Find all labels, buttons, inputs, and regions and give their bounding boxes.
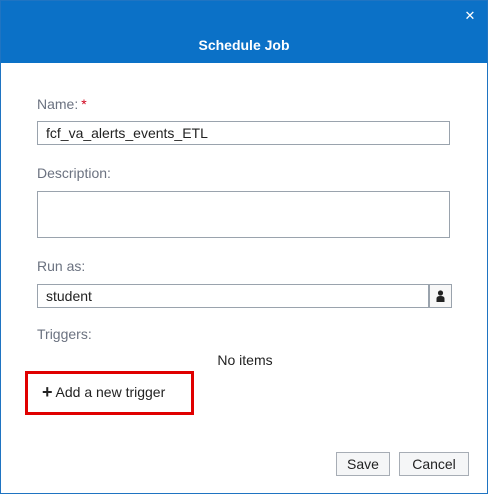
cancel-button[interactable]: Cancel (399, 452, 469, 476)
dialog-titlebar: ✕ Schedule Job (1, 1, 487, 63)
plus-icon: + (42, 382, 53, 402)
schedule-job-dialog: ✕ Schedule Job Name: * fcf_va_alerts_even… (0, 0, 488, 494)
name-field[interactable]: fcf_va_alerts_events_ETL (37, 121, 450, 145)
triggers-label: Triggers: (37, 326, 92, 342)
select-user-button[interactable] (429, 284, 452, 308)
user-icon (436, 290, 445, 302)
run-as-label: Run as: (37, 258, 86, 274)
description-field[interactable] (37, 191, 450, 238)
no-items-text: No items (217, 352, 273, 368)
dialog-title: Schedule Job (198, 37, 290, 53)
save-button[interactable]: Save (336, 452, 390, 476)
close-icon[interactable]: ✕ (462, 8, 478, 24)
description-label: Description: (37, 165, 111, 181)
name-label-text: Name: (37, 96, 79, 112)
add-trigger-button[interactable]: + Add a new trigger (42, 382, 165, 403)
name-label: Name: * (37, 96, 87, 112)
run-as-field[interactable]: student (37, 284, 429, 308)
required-mark: * (81, 96, 87, 112)
add-trigger-label: Add a new trigger (55, 384, 166, 400)
